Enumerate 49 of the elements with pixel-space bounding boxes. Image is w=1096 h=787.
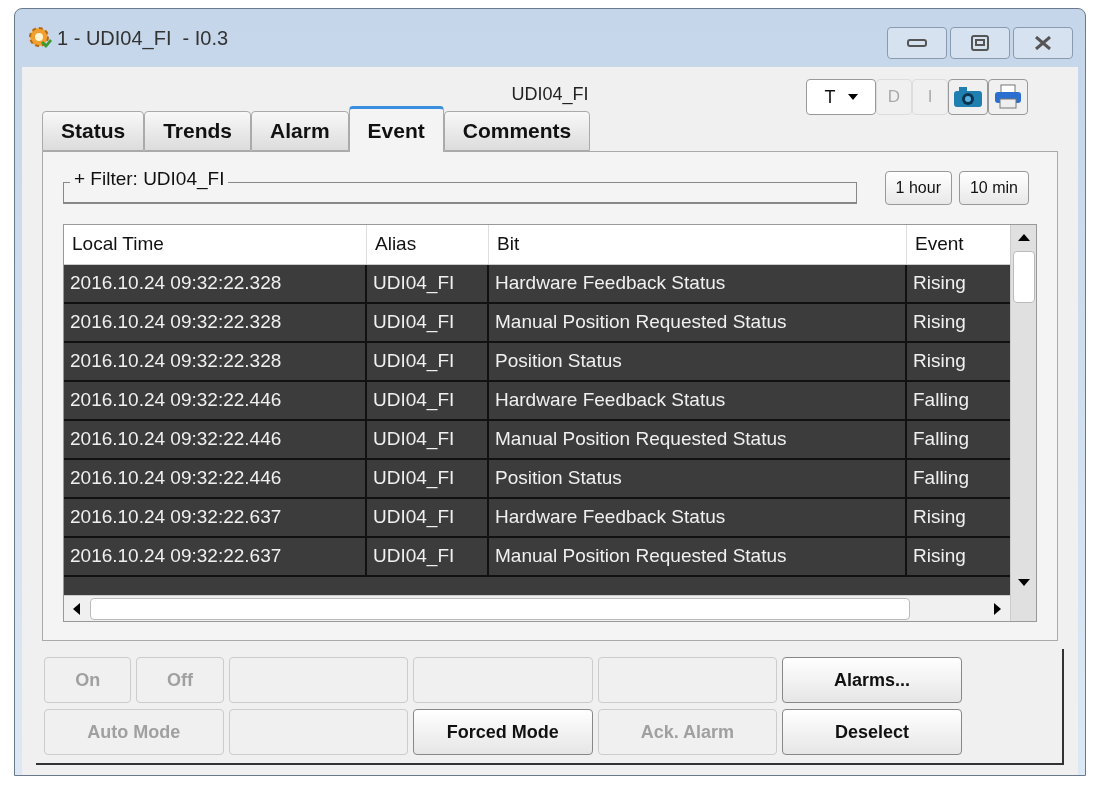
tab[interactable]: Trends bbox=[144, 111, 252, 151]
table-cell: 2016.10.24 09:32:22.328 bbox=[64, 343, 367, 380]
table-cell: 2016.10.24 09:32:22.446 bbox=[64, 460, 367, 497]
table-row[interactable]: 2016.10.24 09:32:22.446 UDI04_FI Position Status Falling bbox=[64, 460, 1010, 499]
table-cell: Manual Position Requested Status bbox=[489, 304, 907, 341]
tab[interactable]: Event bbox=[348, 106, 444, 152]
table-cell: 2016.10.24 09:32:22.328 bbox=[64, 265, 367, 302]
table-cell: Manual Position Requested Status bbox=[489, 421, 907, 458]
table-cell: UDI04_FI bbox=[367, 382, 489, 419]
column-header[interactable]: Local Time bbox=[64, 225, 367, 264]
table-cell: 2016.10.24 09:32:22.328 bbox=[64, 304, 367, 341]
table-cell: UDI04_FI bbox=[367, 460, 489, 497]
time-range-button[interactable]: 1 hour bbox=[884, 171, 952, 205]
table-cell: Manual Position Requested Status bbox=[489, 538, 907, 575]
table-cell: Position Status bbox=[489, 343, 907, 380]
table-cell: 2016.10.24 09:32:22.637 bbox=[64, 499, 367, 536]
table-cell: 2016.10.24 09:32:22.446 bbox=[64, 382, 367, 419]
table-cell: 2016.10.24 09:32:22.446 bbox=[64, 421, 367, 458]
table-row[interactable]: 2016.10.24 09:32:22.446 UDI04_FI Hardware Feedback Status Falling bbox=[64, 382, 1010, 421]
table-cell: Hardware Feedback Status bbox=[489, 265, 907, 302]
table-cell: Position Status bbox=[489, 460, 907, 497]
time-range-button[interactable]: 10 min bbox=[958, 171, 1029, 205]
table-row[interactable]: 2016.10.24 09:32:22.328 UDI04_FI Hardware Feedback Status Rising bbox=[64, 265, 1010, 304]
table-cell: UDI04_FI bbox=[367, 343, 489, 380]
table-cell: UDI04_FI bbox=[367, 499, 489, 536]
window-title: 1 - UDI04_FI - I0.3 bbox=[57, 26, 229, 52]
table-cell: UDI04_FI bbox=[367, 538, 489, 575]
table-cell: UDI04_FI bbox=[367, 421, 489, 458]
table-cell: UDI04_FI bbox=[367, 265, 489, 302]
table-row[interactable]: 2016.10.24 09:32:22.328 UDI04_FI Position Status Rising bbox=[64, 343, 1010, 382]
table-cell: UDI04_FI bbox=[367, 304, 489, 341]
table-row[interactable]: 2016.10.24 09:32:22.637 UDI04_FI Hardware Feedback Status Rising bbox=[64, 499, 1010, 538]
command-button[interactable]: Deselect bbox=[782, 709, 962, 755]
dropdown-button[interactable]: T bbox=[806, 79, 876, 115]
filter-label[interactable]: + Filter: UDI04_FI bbox=[70, 169, 229, 188]
command-button[interactable]: Alarms... bbox=[782, 657, 962, 703]
column-header[interactable]: Bit bbox=[489, 225, 907, 264]
command-button[interactable]: Forced Mode bbox=[413, 709, 593, 755]
tab[interactable]: Alarm bbox=[251, 111, 349, 151]
table-cell: Hardware Feedback Status bbox=[489, 499, 907, 536]
object-name: UDI04_FI bbox=[511, 83, 589, 107]
table-cell: Hardware Feedback Status bbox=[489, 382, 907, 419]
column-header[interactable]: Alias bbox=[367, 225, 489, 264]
tab[interactable]: Status bbox=[42, 111, 145, 151]
table-row[interactable]: 2016.10.24 09:32:22.637 UDI04_FI Manual Position Requested Status Rising bbox=[64, 538, 1010, 577]
tab[interactable]: Comments bbox=[443, 111, 591, 151]
table-cell: 2016.10.24 09:32:22.637 bbox=[64, 538, 367, 575]
table-row[interactable]: 2016.10.24 09:32:22.446 UDI04_FI Manual Position Requested Status Falling bbox=[64, 421, 1010, 460]
table-row[interactable]: 2016.10.24 09:32:22.328 UDI04_FI Manual Position Requested Status Rising bbox=[64, 304, 1010, 343]
